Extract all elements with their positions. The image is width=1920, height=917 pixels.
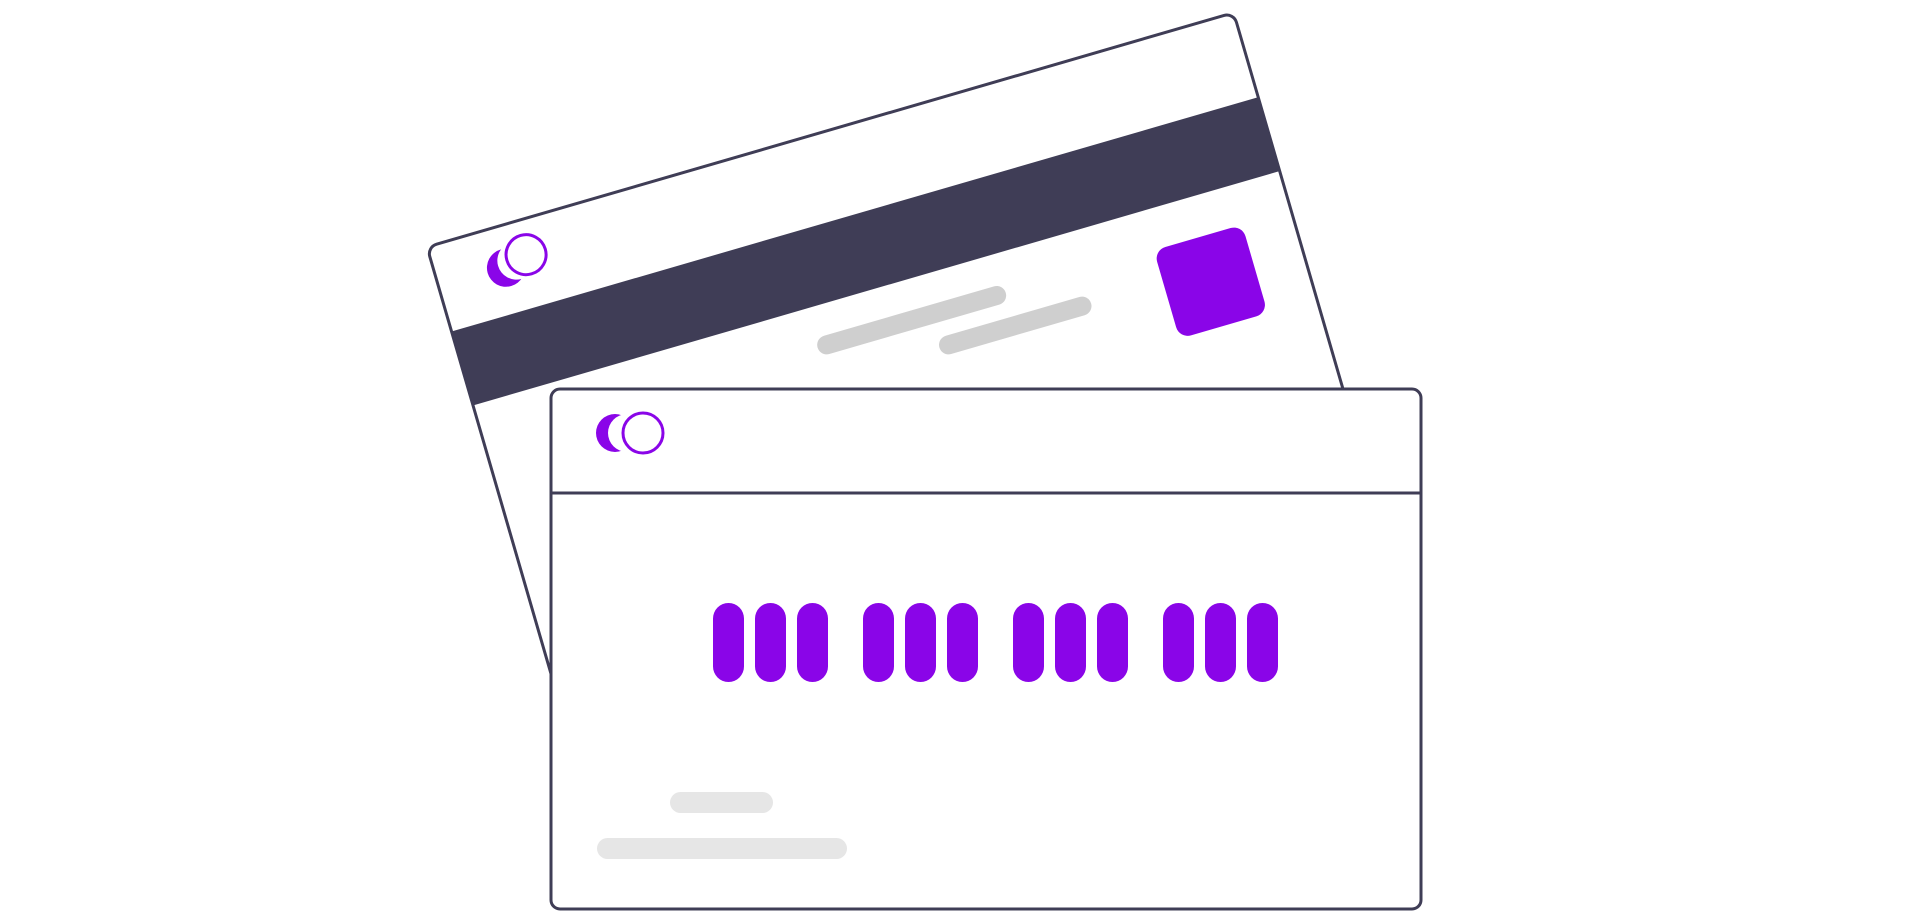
credit-card-illustration <box>427 13 1423 911</box>
card-number-digit <box>1163 603 1194 682</box>
card-number-digit <box>713 603 744 682</box>
illustration-stage <box>0 0 1920 917</box>
card-number-digit <box>797 603 828 682</box>
card-number-digit <box>1055 603 1086 682</box>
card-number-digit <box>755 603 786 682</box>
card-number-digit <box>947 603 978 682</box>
card-number-digit <box>905 603 936 682</box>
front-card-body <box>549 387 1423 911</box>
card-number-digit <box>1013 603 1044 682</box>
card-number-digit <box>1097 603 1128 682</box>
card-number-digit <box>863 603 894 682</box>
card-number-digit <box>1247 603 1278 682</box>
card-number-digit <box>1205 603 1236 682</box>
cardholder-detail-line-long <box>597 838 847 859</box>
front-card-logo-icon <box>596 411 665 455</box>
cardholder-detail-line-short <box>670 792 773 813</box>
front-card <box>549 387 1423 911</box>
